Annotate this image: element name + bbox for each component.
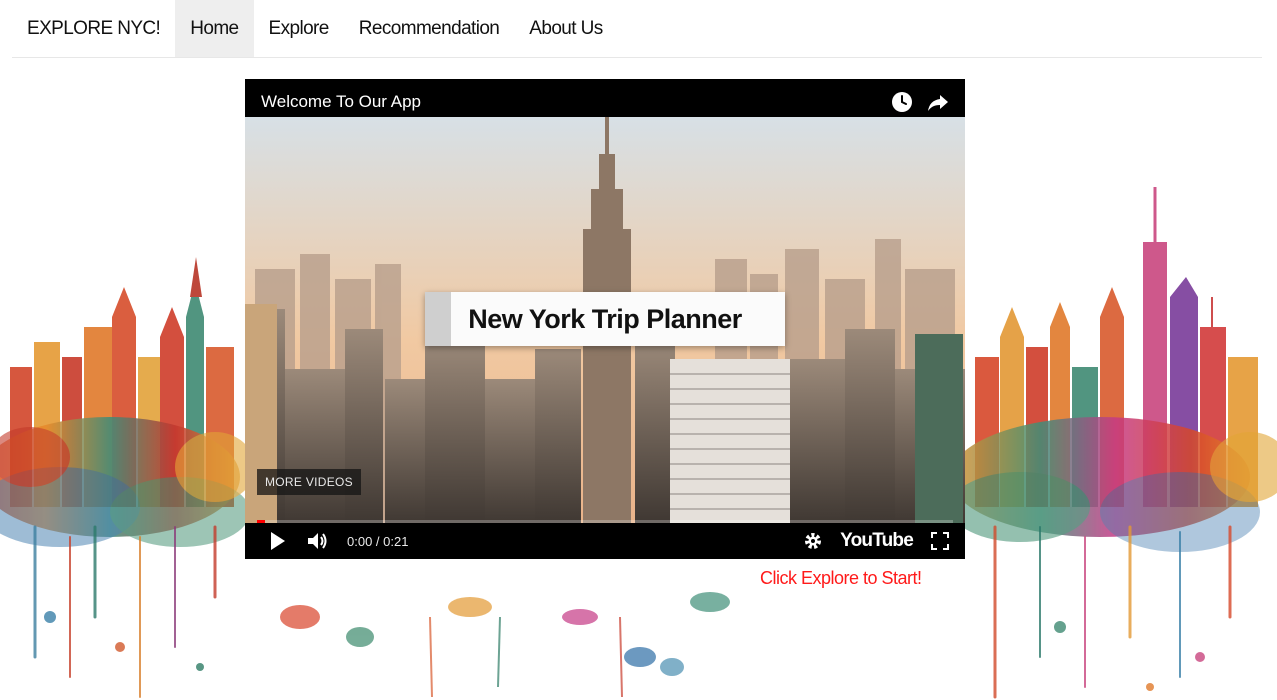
- video-card-text: New York Trip Planner: [468, 303, 742, 334]
- video-title[interactable]: Welcome To Our App: [261, 92, 421, 112]
- play-icon[interactable]: [267, 530, 289, 552]
- page: EXPLORE NYC! Home Explore Recommendation…: [0, 0, 1277, 700]
- nav-item-recommendation[interactable]: Recommendation: [344, 0, 515, 57]
- nav-item-about-us[interactable]: About Us: [514, 0, 617, 57]
- volume-icon[interactable]: [307, 530, 329, 552]
- video-time: 0:00 / 0:21: [347, 533, 409, 549]
- brand-link[interactable]: EXPLORE NYC!: [12, 0, 175, 57]
- fullscreen-icon[interactable]: [929, 530, 951, 552]
- top-navbar: EXPLORE NYC! Home Explore Recommendation…: [12, 0, 1262, 58]
- explore-call-to-action: Click Explore to Start!: [760, 568, 922, 588]
- share-icon[interactable]: [927, 91, 949, 113]
- youtube-video-player[interactable]: Welcome To Our App New York Trip Planner: [245, 79, 965, 559]
- youtube-logo[interactable]: YouTube: [840, 530, 914, 552]
- clock-icon[interactable]: [891, 91, 913, 113]
- video-controls: 0:00 / 0:21 YouTube: [245, 523, 965, 559]
- nav-item-home[interactable]: Home: [175, 0, 254, 57]
- video-title-card: New York Trip Planner: [425, 292, 785, 346]
- nav-item-explore[interactable]: Explore: [254, 0, 344, 57]
- video-title-bar: Welcome To Our App: [245, 79, 965, 117]
- more-videos-button[interactable]: MORE VIDEOS: [257, 469, 361, 495]
- gear-icon[interactable]: [802, 530, 824, 552]
